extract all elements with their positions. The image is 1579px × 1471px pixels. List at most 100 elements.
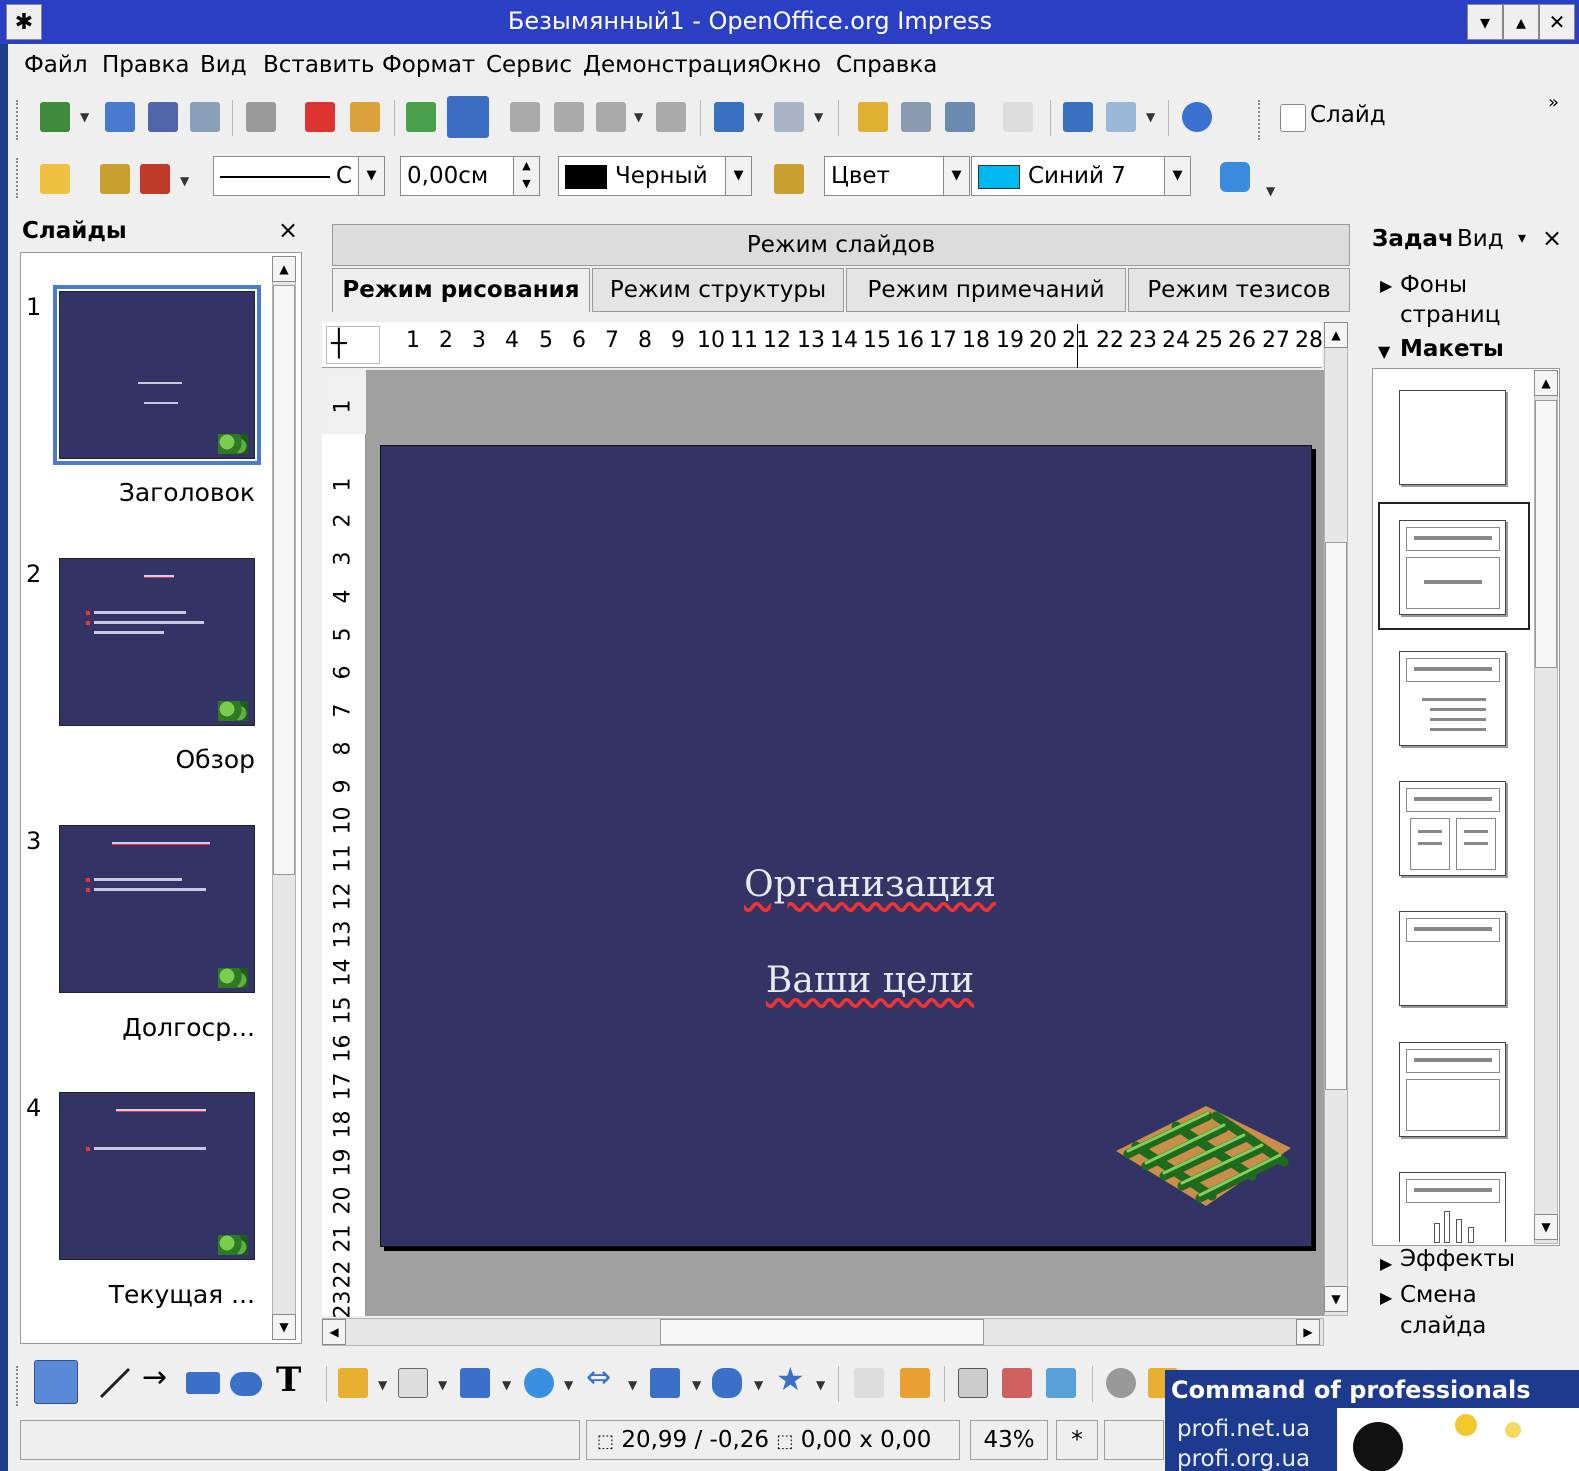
- toolbar-options-icon[interactable]: ▼: [1266, 184, 1275, 198]
- toolbar-grip[interactable]: [16, 158, 22, 198]
- document-modified-indicator[interactable]: *: [1056, 1420, 1098, 1460]
- scroll-thumb[interactable]: [1325, 542, 1347, 1090]
- spellcheck-icon[interactable]: [406, 102, 436, 132]
- help-icon[interactable]: [1182, 102, 1212, 132]
- menu-window[interactable]: Окно: [760, 52, 821, 78]
- callouts-icon[interactable]: [712, 1368, 742, 1398]
- display-grid-icon[interactable]: [945, 102, 975, 132]
- close-icon[interactable]: ×: [278, 216, 298, 244]
- maximize-button[interactable]: ▴: [1503, 4, 1539, 40]
- undo-icon[interactable]: [714, 102, 744, 132]
- slide-thumbnail-3[interactable]: [59, 825, 255, 993]
- select-arrow-icon[interactable]: [34, 1360, 78, 1404]
- arrow-style-dropdown-icon[interactable]: ▼: [180, 174, 189, 188]
- edit-file-icon[interactable]: [190, 102, 220, 132]
- menu-view[interactable]: Вид: [200, 52, 247, 78]
- chevron-down-icon[interactable]: ▾: [1518, 228, 1526, 247]
- open-icon[interactable]: [105, 102, 135, 132]
- styles-icon[interactable]: [40, 164, 70, 194]
- ellipse-icon[interactable]: [230, 1372, 262, 1396]
- toolbar-grip[interactable]: [1258, 100, 1264, 140]
- clone-formatting-icon[interactable]: [656, 102, 686, 132]
- stars-dropdown-icon[interactable]: ▼: [816, 1378, 825, 1392]
- points-icon[interactable]: [854, 1368, 884, 1398]
- paste-icon[interactable]: [596, 102, 626, 132]
- scroll-up-icon[interactable]: ▲: [1324, 322, 1348, 348]
- zoom-icon[interactable]: [1106, 102, 1136, 132]
- curve-dropdown-icon[interactable]: ▼: [378, 1378, 387, 1392]
- auto-spellcheck-icon[interactable]: [447, 96, 489, 138]
- tab-outline-view[interactable]: Режим структуры: [592, 268, 844, 312]
- menu-format[interactable]: Формат: [382, 52, 475, 78]
- tab-stop-icon[interactable]: ┼: [326, 326, 380, 364]
- connector-dropdown-icon[interactable]: ▼: [438, 1378, 447, 1392]
- menu-slideshow[interactable]: Демонстрация: [583, 52, 761, 78]
- layout-centered-text[interactable]: [1399, 1042, 1506, 1137]
- close-window-button[interactable]: ✕: [1539, 4, 1575, 40]
- grid-icon[interactable]: [1003, 102, 1033, 132]
- menu-tools[interactable]: Сервис: [486, 52, 572, 78]
- section-backgrounds[interactable]: Фоны страниц: [1400, 270, 1560, 330]
- fontwork-icon[interactable]: [958, 1368, 988, 1398]
- slide-title[interactable]: Организация: [381, 864, 1359, 905]
- area-color-select[interactable]: Синий 7 ▼: [971, 156, 1191, 196]
- layout-title-two-columns[interactable]: [1399, 781, 1506, 876]
- rectangle-icon[interactable]: [186, 1372, 220, 1394]
- layout-title-subtitle[interactable]: [1399, 520, 1506, 615]
- flowchart-icon[interactable]: [650, 1368, 680, 1398]
- scroll-thumb[interactable]: [1535, 400, 1557, 668]
- scroll-thumb[interactable]: [273, 285, 295, 875]
- new-dropdown-icon[interactable]: ▼: [80, 110, 89, 124]
- symbol-shapes-dropdown-icon[interactable]: ▼: [564, 1378, 573, 1392]
- menu-insert[interactable]: Вставить: [263, 52, 374, 78]
- connector-icon[interactable]: [398, 1368, 428, 1398]
- toolbar-overflow-icon[interactable]: »: [1548, 92, 1559, 113]
- line-style-select[interactable]: С ▼: [213, 156, 385, 196]
- section-slide-transition[interactable]: Смена слайда: [1400, 1280, 1540, 1342]
- cut-icon[interactable]: [510, 102, 540, 132]
- toolbar-grip[interactable]: [16, 100, 22, 140]
- slide-thumbnail-4[interactable]: [59, 1092, 255, 1260]
- gallery-icon[interactable]: [1046, 1368, 1076, 1398]
- save-icon[interactable]: [148, 102, 178, 132]
- zoom-field[interactable]: 43%: [970, 1420, 1048, 1460]
- shadow-icon[interactable]: [1220, 162, 1250, 192]
- new-slide-button[interactable]: Слайд: [1310, 102, 1386, 128]
- rotate-icon[interactable]: [1106, 1368, 1136, 1398]
- glue-points-icon[interactable]: [900, 1368, 930, 1398]
- block-arrows-dropdown-icon[interactable]: ▼: [628, 1378, 637, 1392]
- tab-slide-view[interactable]: Режим слайдов: [332, 224, 1350, 266]
- tab-drawing-view[interactable]: Режим рисования: [332, 268, 590, 312]
- close-icon[interactable]: ×: [1542, 224, 1562, 252]
- table-icon[interactable]: [901, 102, 931, 132]
- stars-icon[interactable]: ★: [776, 1360, 805, 1398]
- curve-icon[interactable]: [338, 1368, 368, 1398]
- pin-icon[interactable]: ✱: [6, 4, 42, 40]
- undo-dropdown-icon[interactable]: ▼: [754, 110, 763, 124]
- scroll-down-icon[interactable]: ▼: [1534, 1214, 1558, 1240]
- line-tool-icon[interactable]: [100, 1368, 130, 1398]
- layout-title-only[interactable]: [1399, 911, 1506, 1006]
- navigator-icon[interactable]: [1063, 102, 1093, 132]
- slide-subtitle[interactable]: Ваши цели: [381, 960, 1359, 1001]
- export-pdf-icon[interactable]: [305, 102, 335, 132]
- task-pane-view-menu[interactable]: Вид: [1457, 226, 1504, 252]
- basic-shapes-dropdown-icon[interactable]: ▼: [502, 1378, 511, 1392]
- right-splitter[interactable]: [1352, 212, 1364, 1352]
- print-icon[interactable]: [350, 102, 380, 132]
- area-icon[interactable]: [774, 164, 804, 194]
- redo-icon[interactable]: [774, 102, 804, 132]
- window-menu-button[interactable]: ▾: [1467, 4, 1503, 40]
- paste-dropdown-icon[interactable]: ▼: [634, 110, 643, 124]
- chart-icon[interactable]: [858, 102, 888, 132]
- copy-icon[interactable]: [554, 102, 584, 132]
- slide-thumbnail-1[interactable]: [53, 285, 261, 465]
- scroll-thumb[interactable]: [660, 1319, 984, 1345]
- from-file-icon[interactable]: [1002, 1368, 1032, 1398]
- left-splitter[interactable]: [306, 212, 318, 1352]
- scroll-up-icon[interactable]: ▲: [1534, 370, 1558, 396]
- scroll-down-icon[interactable]: ▼: [272, 1314, 296, 1340]
- block-arrows-icon[interactable]: ⇔: [586, 1360, 611, 1395]
- slide-thumbnail-2[interactable]: [59, 558, 255, 726]
- scroll-right-icon[interactable]: ▶: [1296, 1319, 1320, 1345]
